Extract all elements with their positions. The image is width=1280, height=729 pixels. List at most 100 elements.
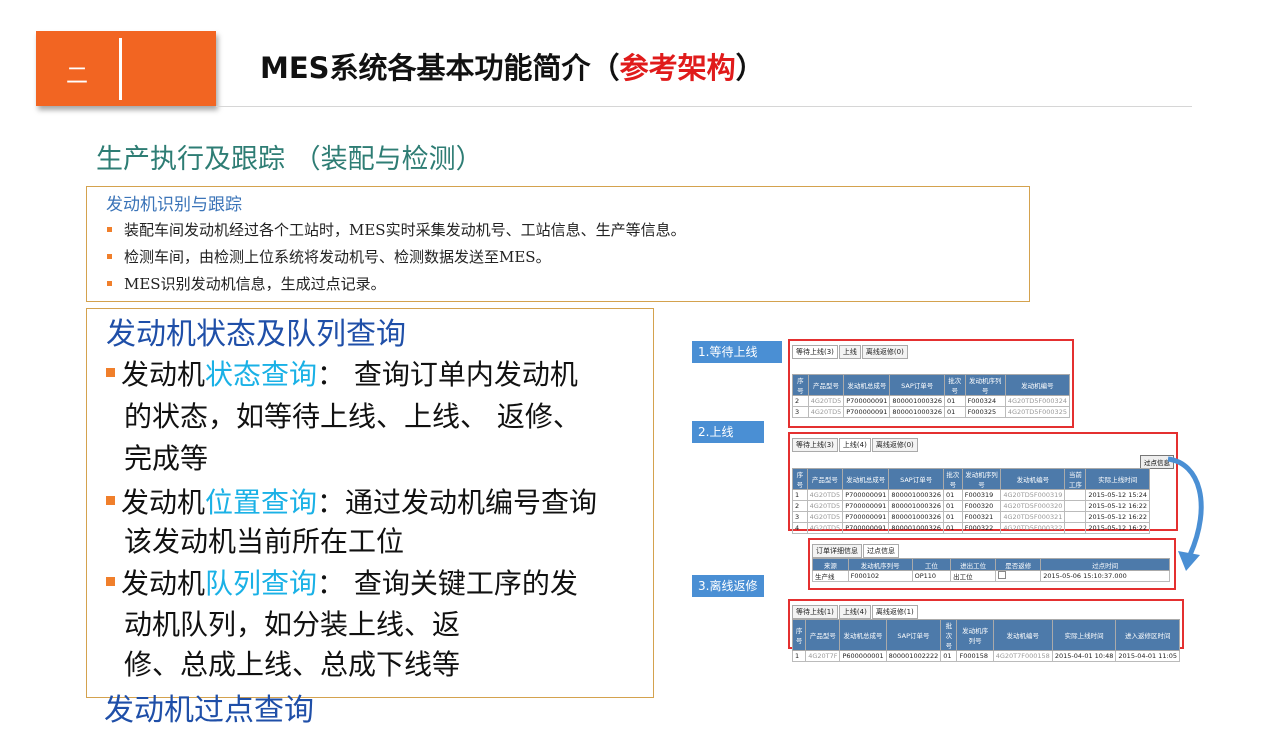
pass-detail-panel: 订单详细信息 过点信息 来源 发动机序列号 工位 进出工位 是否返修 过点时间 … [808,538,1176,590]
table-cell: 01 [942,511,963,523]
table-cell: 2015-05-12 16:22 [1085,500,1150,512]
tab-waiting[interactable]: 等待上线(3) [792,438,838,452]
table-row[interactable]: 1 4G20TD5 P700000091 800001000326 01 F00… [792,489,1150,501]
table-header-row: 序号 产品型号 发动机总成号 SAP订单号 批次号 发动机序列号 发动机编号 实… [791,619,1180,651]
tab-waiting[interactable]: 等待上线(3) [792,345,838,359]
table-cell: 01 [942,522,963,534]
table-cell: 2015-05-12 15:24 [1085,489,1150,501]
table-cell: 出工位 [950,570,997,582]
step-3-label: 3.离线返修 [692,575,764,597]
table-header-row: 来源 发动机序列号 工位 进出工位 是否返修 过点时间 [812,558,1170,571]
table-cell: 2015-05-12 16:22 [1085,511,1150,523]
column-header: 发动机编号 [1000,468,1066,490]
table-cell: P600000001 [839,650,887,662]
table-row[interactable]: 生产线 F000102 OP110 出工位 2015-05-06 15:10:3… [812,570,1170,582]
section-subtitle: 生产执行及跟踪 （装配与检测） [96,144,483,175]
table-cell: OP110 [911,570,952,582]
table-cell: 2015-05-12 16:22 [1085,522,1150,534]
table-cell [1064,522,1087,534]
table-cell: 1 [791,650,807,662]
item-text: ： 查询关键工序的发 [317,567,578,600]
column-header: 进出工位 [950,558,997,571]
table-cell: 2 [792,500,808,512]
column-header: SAP订单号 [889,374,946,396]
item-prefix: 发动机 [121,358,206,391]
engine-tracking-title: 发动机识别与跟踪 [106,195,242,215]
table-row[interactable]: 2 4G20TD5 P700000091 800001000326 01 F00… [792,500,1150,512]
table-cell: 4G20TD5 [807,395,845,407]
table-cell: F000325 [964,406,1006,418]
status-query-item: 发动机状态查询： 查询订单内发动机 [106,353,578,393]
table-cell: 800001000326 [889,406,946,418]
table-row[interactable]: 4 4G20TD5 P700000091 800001000326 01 F00… [792,522,1150,534]
item-highlight: 队列查询 [205,567,318,600]
column-header: 发动机编号 [1004,374,1071,396]
table-cell: 4G20TD5F000319 [1000,489,1066,501]
table-row[interactable]: 2 4G20TD5 P700000091 800001000326 01 F00… [792,395,1071,407]
online-panel: 等待上线(3) 上线(4) 离线返修(0) 过点信息 序号 产品型号 发动机总成… [788,432,1178,534]
column-header: 产品型号 [806,468,844,490]
bullet-square-icon [106,367,115,377]
column-header: 发动机总成号 [843,374,891,396]
status-query-line-2: 的状态，如等待上线、上线、 返修、 [124,400,581,433]
table-cell: 4G20TD5 [806,489,844,501]
column-header: 批次号 [942,468,963,490]
table-cell [1064,489,1087,501]
offline-table: 序号 产品型号 发动机总成号 SAP订单号 批次号 发动机序列号 发动机编号 实… [791,619,1180,662]
tab-pass-info[interactable]: 过点信息 [863,544,899,558]
tab-offline[interactable]: 离线返修(1) [871,605,918,619]
table-cell: 4G20TD5 [806,511,844,523]
tab-waiting[interactable]: 等待上线(1) [792,605,838,619]
page-title: MES系统各基本功能简介（参考架构） [260,45,765,87]
table-cell: 4G20TD5F000321 [1000,511,1066,523]
tab-offline[interactable]: 离线返修(0) [861,345,908,359]
tab-online[interactable]: 上线(4) [838,438,871,452]
table-cell: F000320 [961,500,1002,512]
tab-order-detail[interactable]: 订单详细信息 [812,544,862,558]
table-cell: 3 [792,406,809,418]
section-divider [119,38,122,100]
table-cell: 800001000326 [888,489,944,501]
table-cell: 800001000326 [889,395,946,407]
tab-online[interactable]: 上线(4) [838,605,871,619]
item-prefix: 发动机 [121,486,206,519]
column-header: 实际上线时间 [1051,619,1117,651]
pass-point-query-title: 发动机过点查询 [104,693,314,728]
bullet-square-icon [107,280,112,286]
table-cell: 1 [792,489,808,501]
column-header: 序号 [792,374,809,396]
table-cell: F000321 [961,511,1002,523]
table-cell: 800001000326 [888,511,944,523]
repair-checkbox[interactable] [998,571,1007,579]
table-cell: 800001000326 [888,500,944,512]
column-header: 发动机序列号 [961,468,1002,490]
table-cell: 01 [940,650,958,662]
bullet-square-icon [107,226,112,232]
table-row[interactable]: 1 4G20T7F P600000001 800001002222 01 F00… [791,650,1180,662]
column-header: 当前工序 [1064,468,1087,490]
column-header: 过点时间 [1040,558,1170,571]
table-cell: 4 [792,522,808,534]
status-query-line-3: 完成等 [124,442,209,475]
table-cell: P700000091 [843,406,891,418]
online-table: 序号 产品型号 发动机总成号 SAP订单号 批次号 发动机序列号 发动机编号 当… [792,468,1150,534]
column-header: 产品型号 [805,619,841,651]
table-row[interactable]: 3 4G20TD5 P700000091 800001000326 01 F00… [792,511,1150,523]
queue-query-line-2: 动机队列，如分装上线、返 [124,608,461,641]
table-cell: 4G20T7F000158 [992,650,1053,662]
panel-tabs: 等待上线(3) 上线(4) 离线返修(0) [792,438,919,452]
position-query-item: 发动机位置查询：通过发动机编号查询 [106,481,597,521]
table-cell: 01 [942,489,963,501]
title-suffix: ） [735,51,765,85]
step-2-label: 2.上线 [692,421,764,443]
tab-online[interactable]: 上线 [838,345,861,359]
table-row[interactable]: 3 4G20TD5 P700000091 800001000326 01 F00… [792,406,1071,418]
table-cell: P700000091 [843,395,891,407]
item-text: ： 查询订单内发动机 [317,358,578,391]
title-prefix: MES系统各基本功能简介（ [260,51,620,85]
tab-offline[interactable]: 离线返修(0) [871,438,918,452]
title-highlight: 参考架构 [619,51,736,85]
table-cell: F000322 [961,522,1002,534]
bullet-square-icon [106,576,115,586]
pass-detail-table: 来源 发动机序列号 工位 进出工位 是否返修 过点时间 生产线 F000102 … [812,558,1170,582]
